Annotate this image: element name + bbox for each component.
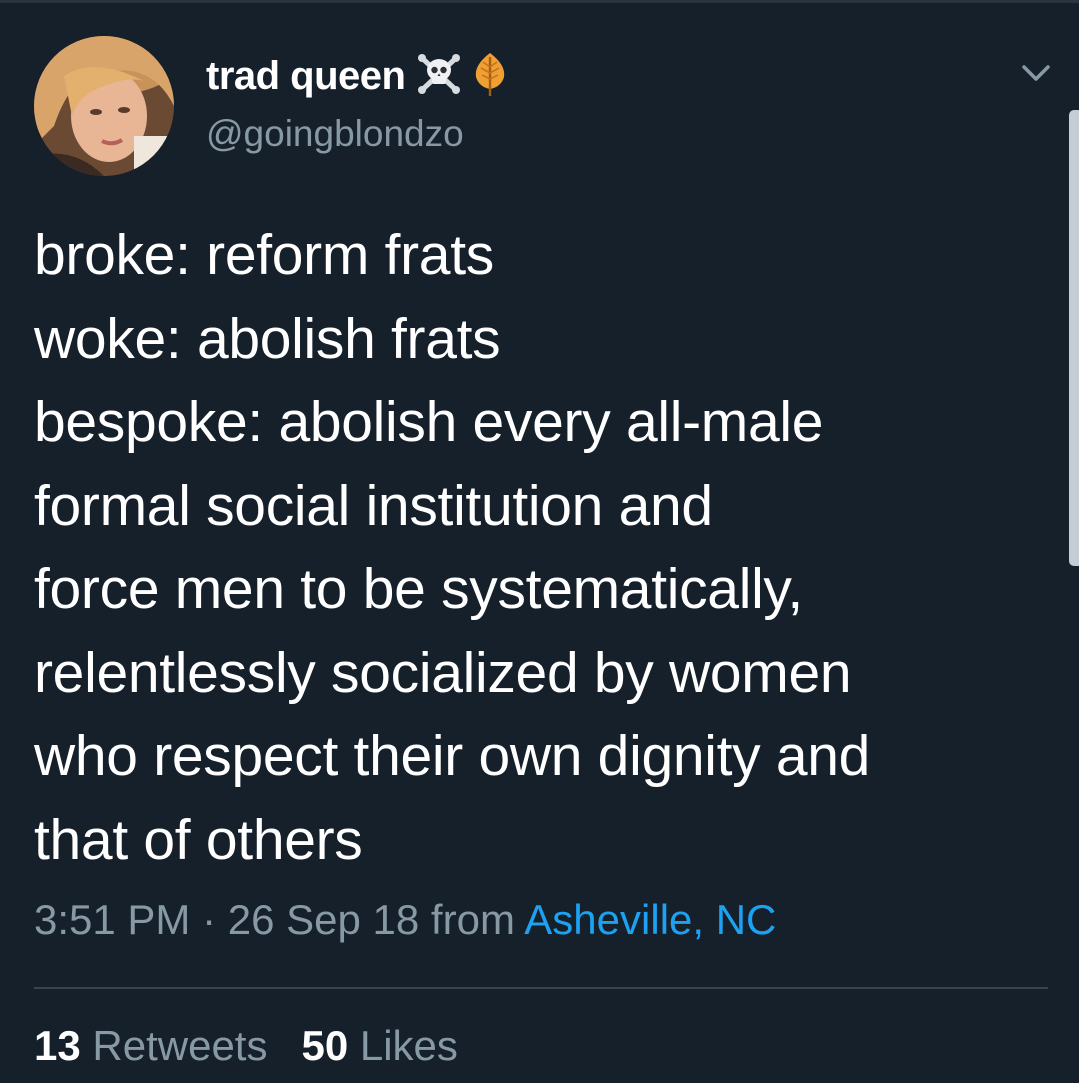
tweet-stats: 13 Retweets 50 Likes xyxy=(34,1022,458,1070)
retweets-label: Retweets xyxy=(92,1022,268,1069)
tweet-metadata: 3:51 PM · 26 Sep 18 from Asheville, NC xyxy=(34,896,776,944)
likes-label: Likes xyxy=(359,1022,458,1069)
author-handle[interactable]: @goingblondzo xyxy=(206,113,464,155)
skull-and-crossbones-icon xyxy=(417,52,461,101)
avatar[interactable] xyxy=(34,36,174,176)
tweet-text-line: force men to be systematically, xyxy=(34,557,803,621)
meta-separator: · xyxy=(190,896,228,943)
top-border xyxy=(0,0,1079,3)
location-link[interactable]: Asheville, NC xyxy=(524,896,776,943)
divider xyxy=(34,987,1048,989)
retweets-stat[interactable]: 13 Retweets xyxy=(34,1022,267,1069)
display-name[interactable]: trad queen xyxy=(206,54,406,99)
tweet-text-line: woke: abolish frats xyxy=(34,306,501,371)
tweet-text-line: who respect their own dignity and xyxy=(34,724,871,788)
likes-count: 50 xyxy=(301,1022,349,1069)
tweet-text: broke: reform frats woke: abolish frats … xyxy=(34,214,1054,882)
tweet-time: 3:51 PM xyxy=(34,896,191,943)
author-name-row[interactable]: trad queen xyxy=(206,50,507,102)
tweet-date: 26 Sep 18 xyxy=(227,896,420,943)
likes-stat[interactable]: 50 Likes xyxy=(301,1022,457,1069)
tweet-text-line: that of others xyxy=(34,807,363,872)
tweet-text-line: formal social institution and xyxy=(34,473,713,538)
tweet-text-line: relentlessly socialized by women xyxy=(34,640,852,705)
retweets-count: 13 xyxy=(34,1022,81,1069)
tweet-text-line: bespoke: abolish every all-male xyxy=(34,390,824,454)
from-label: from xyxy=(419,896,525,943)
avatar-photo xyxy=(34,36,174,176)
orange-leaf-icon xyxy=(473,51,507,102)
scrollbar[interactable] xyxy=(1069,110,1079,566)
tweet-text-line: broke: reform frats xyxy=(34,223,494,287)
chevron-down-icon[interactable] xyxy=(1016,58,1056,88)
